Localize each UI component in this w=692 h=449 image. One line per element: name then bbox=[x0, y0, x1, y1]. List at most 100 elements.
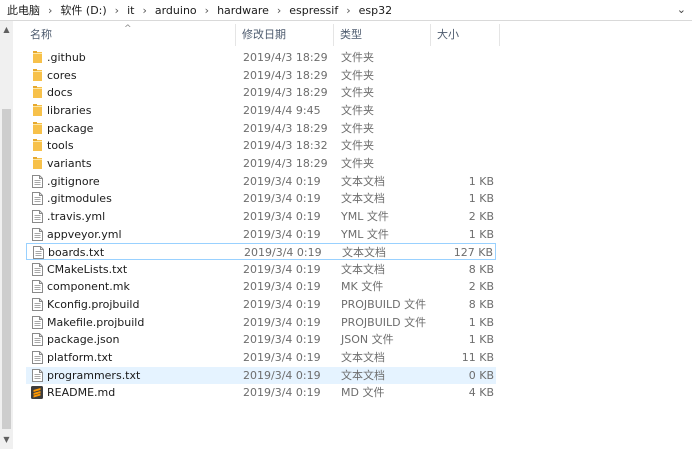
file-size: 0 KB bbox=[468, 368, 494, 382]
file-type: 文件夹 bbox=[341, 86, 374, 100]
breadcrumb-item[interactable]: it bbox=[125, 4, 136, 17]
file-row[interactable]: appveyor.yml 2019/3/4 0:19 YML 文件 1 KB bbox=[26, 226, 496, 243]
file-row[interactable]: libraries 2019/4/4 9:45 文件夹 bbox=[26, 102, 496, 119]
file-name: platform.txt bbox=[47, 351, 113, 365]
column-header-name[interactable]: 名称 ^ bbox=[24, 24, 236, 46]
file-name: README.md bbox=[47, 386, 116, 400]
file-row[interactable]: programmers.txt 2019/3/4 0:19 文本文档 0 KB bbox=[26, 366, 496, 384]
chevron-right-icon[interactable]: › bbox=[199, 4, 215, 17]
file-size: 1 KB bbox=[468, 174, 494, 188]
file-name: appveyor.yml bbox=[47, 227, 122, 241]
vertical-scrollbar[interactable]: ▲ ▼ bbox=[0, 21, 13, 449]
file-modified-date: 2019/3/4 0:19 bbox=[243, 333, 321, 347]
file-type: 文件夹 bbox=[341, 156, 374, 170]
file-type: MK 文件 bbox=[341, 280, 384, 294]
breadcrumb-item[interactable]: esp32 bbox=[357, 4, 394, 17]
chevron-down-icon[interactable]: ⌄ bbox=[677, 3, 686, 16]
scrollbar-thumb[interactable] bbox=[2, 109, 11, 429]
address-bar[interactable]: 此电脑 › 软件 (D:) › it › arduino › hardware › espressi… bbox=[0, 0, 692, 21]
file-type: 文件夹 bbox=[341, 121, 374, 135]
file-row[interactable]: .travis.yml 2019/3/4 0:19 YML 文件 2 KB bbox=[26, 208, 496, 225]
file-row[interactable]: package.json 2019/3/4 0:19 JSON 文件 1 KB bbox=[26, 331, 496, 348]
file-modified-date: 2019/4/3 18:29 bbox=[243, 86, 328, 100]
file-name: .gitmodules bbox=[47, 192, 112, 206]
file-name: package bbox=[47, 121, 94, 135]
file-size: 8 KB bbox=[468, 262, 494, 276]
column-header-size-label: 大小 bbox=[437, 28, 459, 41]
chevron-right-icon[interactable]: › bbox=[109, 4, 125, 17]
breadcrumb-item[interactable]: espressif bbox=[287, 4, 340, 17]
column-header-date[interactable]: 修改日期 bbox=[236, 24, 334, 46]
file-size: 2 KB bbox=[468, 280, 494, 294]
folder-icon bbox=[31, 121, 43, 135]
breadcrumb-item[interactable]: 此电脑 bbox=[5, 2, 42, 18]
file-size: 8 KB bbox=[468, 298, 494, 312]
file-name: .github bbox=[47, 51, 86, 64]
file-row[interactable]: platform.txt 2019/3/4 0:19 文本文档 11 KB bbox=[26, 349, 496, 366]
file-row[interactable]: cores 2019/4/3 18:29 文件夹 bbox=[26, 67, 496, 84]
scroll-down-icon[interactable]: ▼ bbox=[0, 433, 13, 447]
breadcrumb-item[interactable]: 软件 (D:) bbox=[58, 2, 108, 18]
file-size: 1 KB bbox=[468, 192, 494, 206]
file-name: CMakeLists.txt bbox=[47, 262, 128, 276]
file-modified-date: 2019/3/4 0:19 bbox=[243, 351, 321, 365]
file-row[interactable]: variants 2019/4/3 18:29 文件夹 bbox=[26, 155, 496, 172]
chevron-right-icon[interactable]: › bbox=[340, 4, 356, 17]
file-modified-date: 2019/3/4 0:19 bbox=[243, 280, 321, 294]
file-name: .travis.yml bbox=[47, 209, 106, 223]
file-row[interactable]: boards.txt 2019/3/4 0:19 文本文档 127 KB bbox=[26, 243, 496, 261]
file-row[interactable]: .gitmodules 2019/3/4 0:19 文本文档 1 KB bbox=[26, 190, 496, 207]
file-row[interactable]: README.md 2019/3/4 0:19 MD 文件 4 KB bbox=[26, 384, 496, 401]
file-row[interactable]: .github 2019/4/3 18:29 文件夹 bbox=[26, 49, 496, 66]
file-type: 文件夹 bbox=[341, 139, 374, 153]
file-type: 文本文档 bbox=[341, 192, 385, 206]
scroll-up-icon[interactable]: ▲ bbox=[0, 23, 13, 37]
file-row[interactable]: docs 2019/4/3 18:29 文件夹 bbox=[26, 84, 496, 101]
file-size: 2 KB bbox=[468, 209, 494, 223]
breadcrumb-item[interactable]: arduino bbox=[153, 4, 199, 17]
file-row[interactable]: Kconfig.projbuild 2019/3/4 0:19 PROJBUILD … bbox=[26, 296, 496, 313]
breadcrumb-item[interactable]: hardware bbox=[215, 4, 271, 17]
file-row[interactable]: component.mk 2019/3/4 0:19 MK 文件 2 KB bbox=[26, 278, 496, 295]
file-row[interactable]: CMakeLists.txt 2019/3/4 0:19 文本文档 8 KB bbox=[26, 261, 496, 278]
file-type: YML 文件 bbox=[341, 227, 389, 241]
file-type: 文本文档 bbox=[341, 351, 385, 365]
file-row[interactable]: package 2019/4/3 18:29 文件夹 bbox=[26, 120, 496, 137]
column-header-size[interactable]: 大小 bbox=[431, 24, 500, 46]
file-row[interactable]: .gitignore 2019/3/4 0:19 文本文档 1 KB bbox=[26, 173, 496, 190]
chevron-right-icon[interactable]: › bbox=[271, 4, 287, 17]
document-icon bbox=[31, 262, 43, 276]
file-modified-date: 2019/3/4 0:19 bbox=[243, 298, 321, 312]
file-row[interactable]: Makefile.projbuild 2019/3/4 0:19 PROJBUILD… bbox=[26, 314, 496, 331]
document-icon bbox=[31, 368, 43, 382]
column-header-name-label: 名称 bbox=[30, 28, 52, 41]
file-type: JSON 文件 bbox=[341, 333, 394, 347]
file-type: 文本文档 bbox=[341, 368, 385, 382]
chevron-right-icon[interactable]: › bbox=[136, 4, 152, 17]
document-icon bbox=[31, 209, 43, 223]
file-name: boards.txt bbox=[48, 246, 105, 260]
file-type: 文件夹 bbox=[341, 68, 374, 82]
file-type: 文本文档 bbox=[342, 246, 386, 260]
file-size: 1 KB bbox=[468, 227, 494, 241]
file-modified-date: 2019/4/3 18:29 bbox=[243, 156, 328, 170]
folder-icon bbox=[31, 139, 43, 152]
file-type: 文件夹 bbox=[341, 103, 374, 117]
document-icon bbox=[31, 351, 43, 365]
file-type: PROJBUILD 文件 bbox=[341, 315, 427, 329]
file-type: PROJBUILD 文件 bbox=[341, 298, 427, 312]
file-modified-date: 2019/4/3 18:29 bbox=[243, 51, 328, 64]
file-modified-date: 2019/3/4 0:19 bbox=[243, 315, 321, 329]
document-icon bbox=[31, 280, 43, 294]
column-header-date-label: 修改日期 bbox=[242, 28, 286, 41]
breadcrumb: 此电脑 › 软件 (D:) › it › arduino › hardware › espressi… bbox=[0, 2, 394, 18]
file-type: 文件夹 bbox=[341, 51, 374, 64]
file-modified-date: 2019/3/4 0:19 bbox=[243, 192, 321, 206]
file-modified-date: 2019/4/3 18:29 bbox=[243, 121, 328, 135]
file-row[interactable]: tools 2019/4/3 18:32 文件夹 bbox=[26, 137, 496, 154]
file-name: .gitignore bbox=[47, 174, 100, 188]
chevron-right-icon[interactable]: › bbox=[42, 4, 58, 17]
column-header-type[interactable]: 类型 bbox=[334, 24, 431, 46]
file-name: tools bbox=[47, 139, 74, 153]
file-size: 4 KB bbox=[468, 386, 494, 400]
